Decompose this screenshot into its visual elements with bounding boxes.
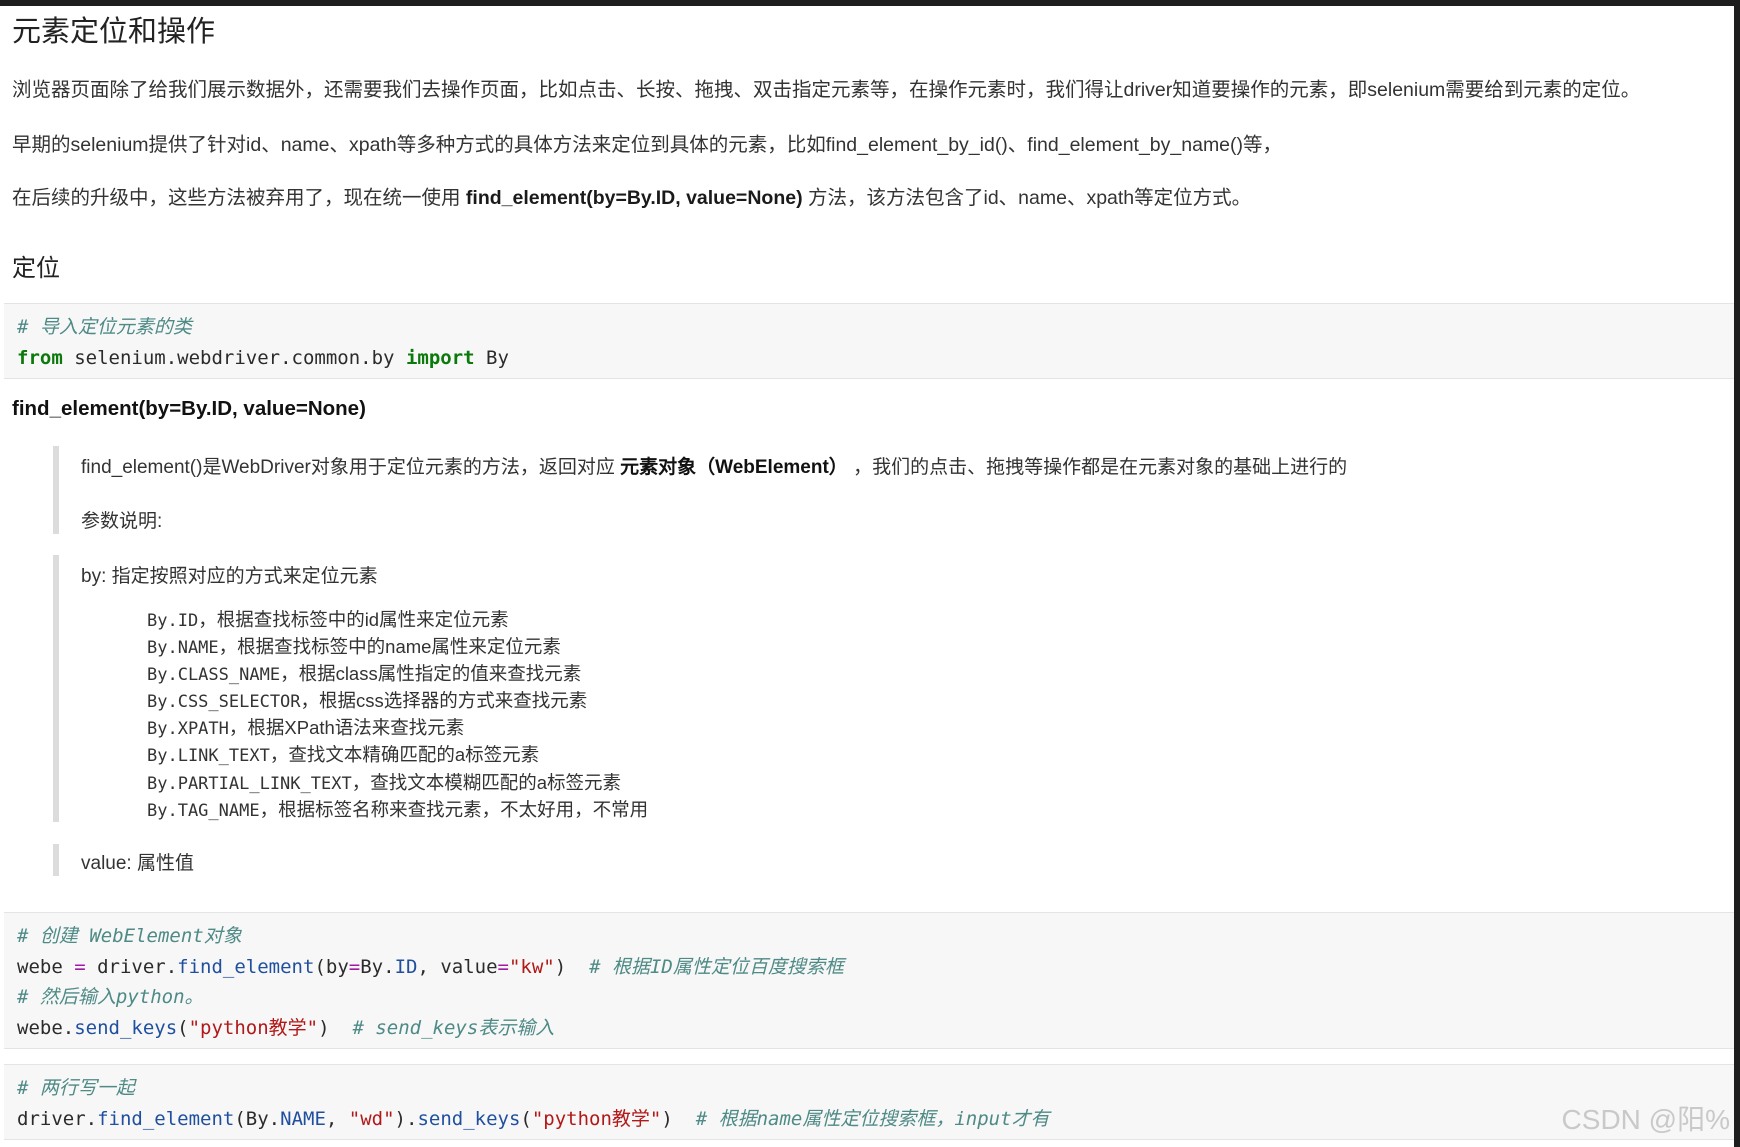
intro-paragraph: 浏览器页面除了给我们展示数据外，还需要我们去操作页面，比如点击、长按、拖拽、双击… xyxy=(12,79,1641,101)
code-line: # 导入定位元素的类 xyxy=(17,312,1734,343)
code-block-one-liner: # 两行写一起 driver.find_element(By.NAME, "wd"… xyxy=(4,1064,1734,1140)
code-block-create-element: # 创建 WebElement对象 webe = driver.find_elem… xyxy=(4,912,1734,1049)
list-item: By.LINK_TEXT，查找文本精确匹配的a标签元素 xyxy=(147,744,540,767)
code-line: driver.find_element(By.NAME, "wd").send_… xyxy=(17,1107,1050,1130)
code-line: webe = driver.find_element(by=By.ID, val… xyxy=(17,955,844,978)
method-signature-inline: find_element(by=By.ID, value=None) xyxy=(465,187,803,209)
code-block-import: # 导入定位元素的类 from selenium.webdriver.common… xyxy=(4,303,1734,379)
method-signature-heading: find_element(by=By.ID, value=None) xyxy=(12,397,366,420)
by-options-list: By.ID，根据查找标签中的id属性来定位元素 By.NAME，根据查找标签中的… xyxy=(147,606,648,823)
code-line: webe.send_keys("python教学") # send_keys表示… xyxy=(17,1016,555,1039)
code-keyword: import xyxy=(405,346,475,369)
list-item: By.ID，根据查找标签中的id属性来定位元素 xyxy=(147,609,509,631)
code-comment: # 导入定位元素的类 xyxy=(17,316,192,338)
by-param-label: by: 指定按照对应的方式来定位元素 xyxy=(81,566,378,587)
code-line: # 创建 WebElement对象 xyxy=(17,925,242,947)
history-paragraph: 早期的selenium提供了针对id、name、xpath等多种方式的具体方法来… xyxy=(12,134,1283,156)
list-item: By.NAME，根据查找标签中的name属性来定位元素 xyxy=(147,636,561,659)
section-heading-locate: 定位 xyxy=(12,255,60,282)
list-item: By.CSS_SELECTOR，根据css选择器的方式来查找元素 xyxy=(147,690,588,713)
code-line: # 然后输入python。 xyxy=(17,986,204,1008)
list-item: By.PARTIAL_LINK_TEXT，查找文本模糊匹配的a标签元素 xyxy=(147,771,621,794)
blockquote-value-param: value: 属性值 xyxy=(53,844,194,876)
blockquote-by-param: by: 指定按照对应的方式来定位元素 xyxy=(53,555,378,822)
list-item: By.XPATH，根据XPath语法来查找元素 xyxy=(147,717,465,740)
param-label: 参数说明: xyxy=(81,511,163,532)
blockquote-description: find_element()是WebDriver对象用于定位元素的方法，返回对应… xyxy=(53,446,1347,534)
list-item: By.CLASS_NAME，根据class属性指定的值来查找元素 xyxy=(147,663,582,686)
window-right-border xyxy=(1734,6,1740,1147)
window-top-border xyxy=(0,0,1740,6)
list-item: By.TAG_NAME，根据标签名称来查找元素，不太好用，不常用 xyxy=(147,798,649,821)
csdn-watermark: CSDN @阳% xyxy=(1561,1104,1730,1135)
code-keyword: from xyxy=(17,346,63,369)
method-description: find_element()是WebDriver对象用于定位元素的方法，返回对应… xyxy=(81,457,1348,478)
code-line: from selenium.webdriver.common.by import… xyxy=(17,346,509,369)
upgrade-paragraph: 在后续的升级中，这些方法被弃用了，现在统一使用 find_element(by=… xyxy=(12,187,1252,209)
value-param-label: value: 属性值 xyxy=(81,853,194,874)
page-title: 元素定位和操作 xyxy=(12,16,216,48)
code-line: # 两行写一起 xyxy=(17,1077,135,1099)
